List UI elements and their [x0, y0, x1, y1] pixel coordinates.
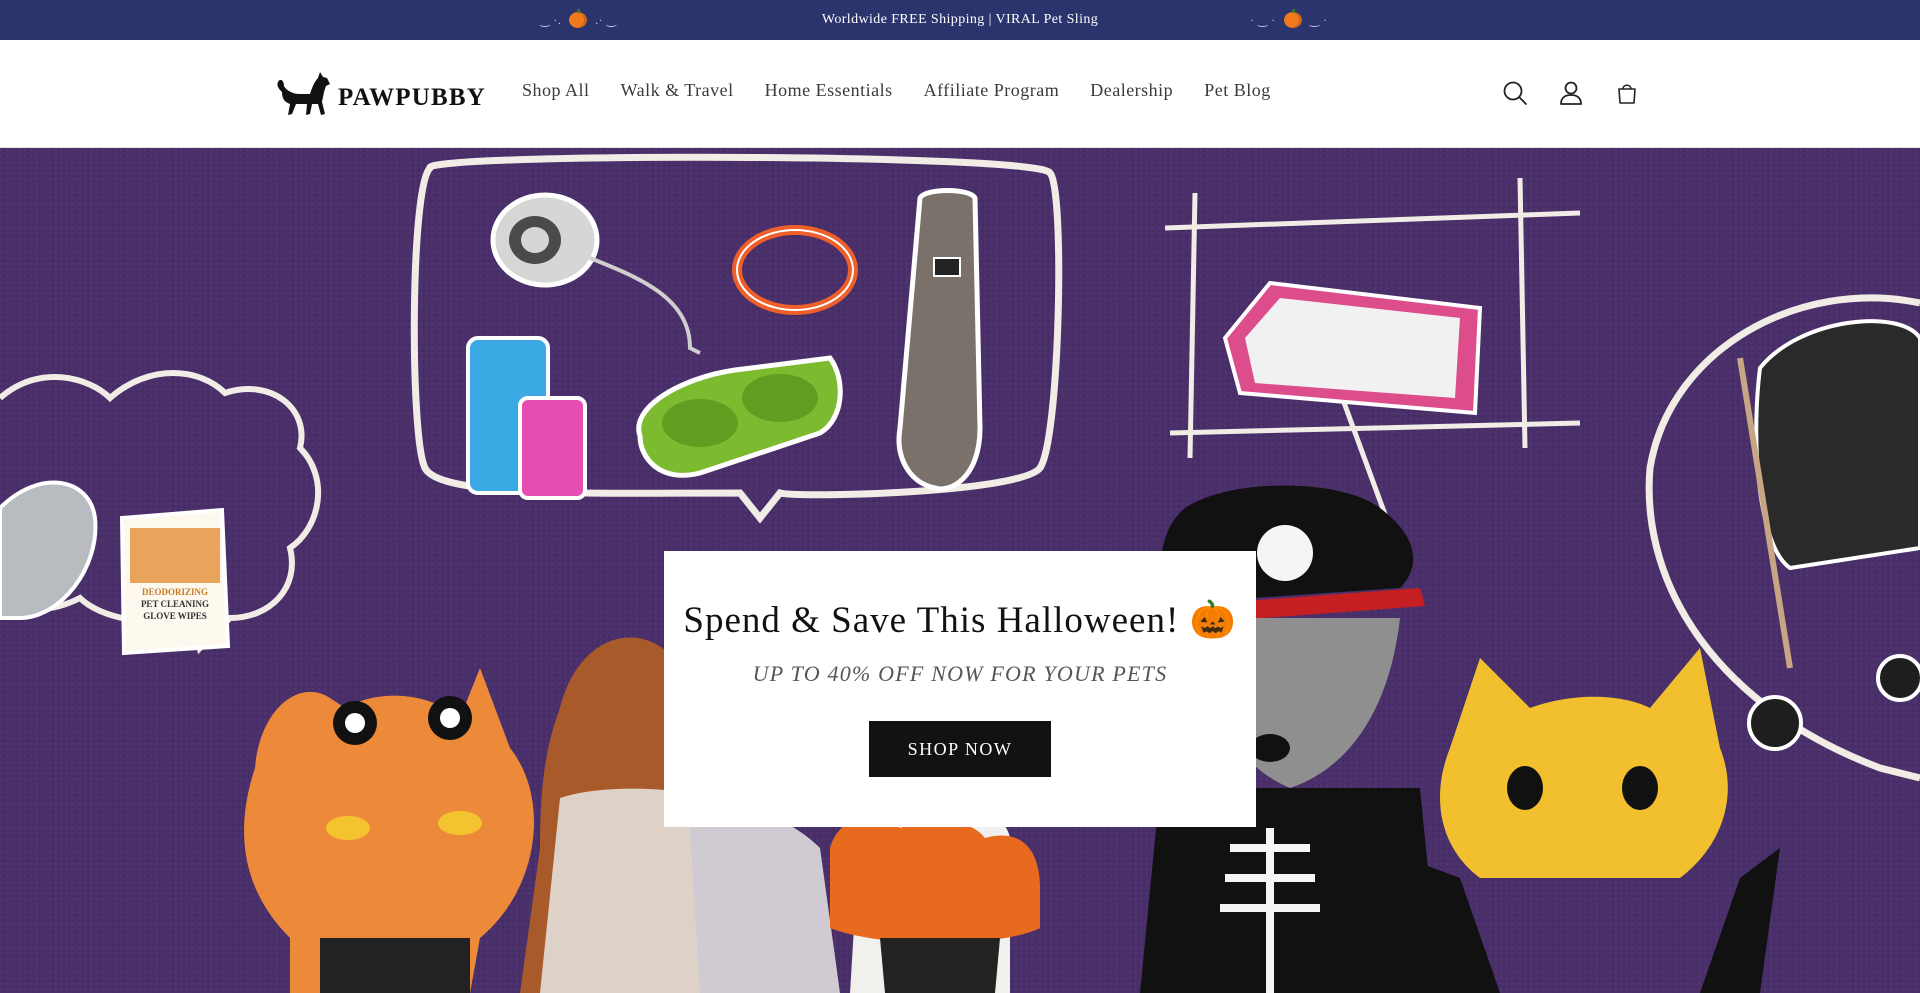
- orange-cat-spider: [244, 668, 535, 993]
- site-header: PAWPUBBY Shop All Walk & Travel Home Ess…: [0, 40, 1920, 148]
- pumpkin-cat: [830, 799, 1040, 993]
- main-navigation: Shop All Walk & Travel Home Essentials A…: [522, 80, 1271, 101]
- announcement-bar: ‿ ·. .· ‿ Worldwide FREE Shipping | VIRAL…: [0, 0, 1920, 40]
- logo-text: PAWPUBBY: [338, 84, 487, 111]
- retractable-leash: [490, 192, 701, 355]
- pumpkin-icon: [569, 9, 588, 28]
- glove-wipes-package: DEODORIZING PET CLEANING GLOVE WIPES: [119, 507, 231, 656]
- logo[interactable]: PAWPUBBY: [270, 68, 486, 120]
- hero-banner[interactable]: DEODORIZING PET CLEANING GLOVE WIPES Spe…: [0, 148, 1920, 993]
- wipes-label-line1: DEODORIZING: [142, 587, 208, 597]
- nav-dealership[interactable]: Dealership: [1090, 80, 1173, 101]
- search-button[interactable]: [1500, 78, 1530, 108]
- nav-home-essentials[interactable]: Home Essentials: [765, 80, 893, 101]
- pet-bed-mat: [1222, 280, 1483, 416]
- nav-pet-blog[interactable]: Pet Blog: [1204, 80, 1271, 101]
- dog-logo-icon: [277, 72, 330, 115]
- light-up-collar: [732, 225, 858, 315]
- promo-title: Spend & Save This Halloween! 🎃: [683, 600, 1237, 641]
- wipes-label-line3: GLOVE WIPES: [143, 611, 207, 621]
- nav-walk-travel[interactable]: Walk & Travel: [621, 80, 734, 101]
- pet-sling: [896, 188, 983, 492]
- header-icons: [1500, 78, 1642, 108]
- cart-button[interactable]: [1612, 78, 1642, 108]
- paw-cleaner-cups: [466, 336, 587, 500]
- collapsible-bowls: [636, 355, 843, 478]
- cart-icon: [1618, 84, 1636, 104]
- pet-stroller: [1737, 319, 1920, 751]
- search-icon: [1503, 81, 1527, 105]
- yellow-cat-bat: [1380, 648, 1780, 993]
- halloween-decoration-right: · ‿ · ‿ ·: [1250, 9, 1328, 28]
- announcement-text[interactable]: Worldwide FREE Shipping | VIRAL Pet Slin…: [822, 12, 1098, 28]
- pumpkin-icon: [1283, 9, 1302, 28]
- shop-now-button[interactable]: SHOP NOW: [869, 721, 1051, 777]
- wipes-label-line2: PET CLEANING: [141, 599, 209, 609]
- promo-card: Spend & Save This Halloween! 🎃 UP TO 40%…: [664, 551, 1256, 827]
- nav-shop-all[interactable]: Shop All: [522, 80, 590, 101]
- halloween-decoration-left: ‿ ·. .· ‿: [540, 9, 617, 28]
- nav-affiliate-program[interactable]: Affiliate Program: [924, 80, 1060, 101]
- promo-subtitle: UP TO 40% OFF NOW FOR YOUR PETS: [752, 661, 1168, 686]
- account-button[interactable]: [1556, 78, 1586, 108]
- account-icon: [1560, 81, 1582, 105]
